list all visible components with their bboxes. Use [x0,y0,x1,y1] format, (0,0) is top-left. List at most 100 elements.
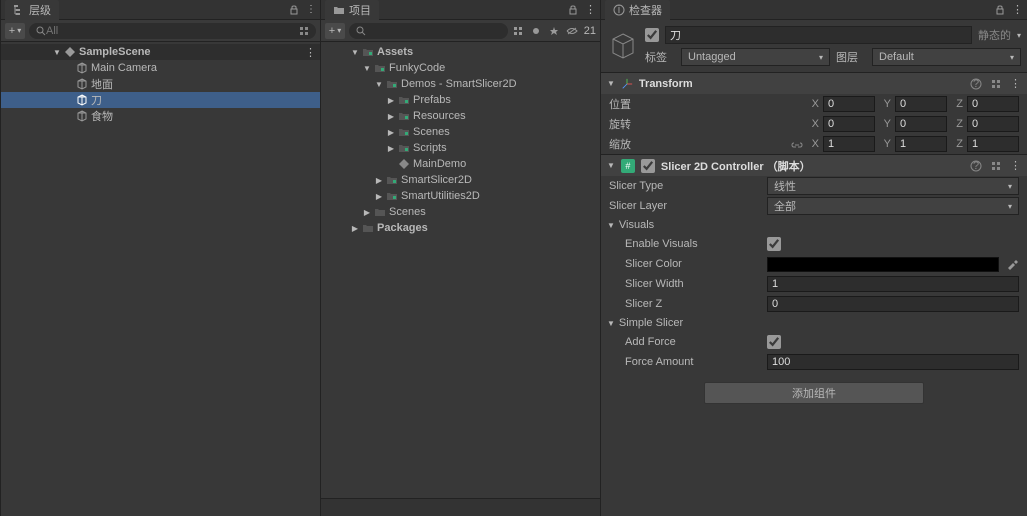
chevron-right-icon[interactable]: ▶ [385,112,397,121]
eyedropper-icon[interactable] [1005,257,1019,271]
hierarchy-tab[interactable]: 层级 [5,0,59,20]
search-input[interactable] [366,25,502,37]
rot-z-input[interactable] [967,116,1019,132]
hierarchy-item-selected[interactable]: 刀 [1,92,320,108]
chevron-right-icon[interactable]: ▶ [373,192,385,201]
chevron-down-icon[interactable]: ▼ [607,79,615,88]
inspector-tab[interactable]: i 检查器 [605,0,670,20]
filter-label-icon[interactable] [530,25,542,37]
project-item[interactable]: MainDemo [321,156,600,172]
hierarchy-item[interactable]: 地面 [1,76,320,92]
simple-slicer-foldout[interactable]: ▼ Simple Slicer [601,314,1027,332]
search-filter-icon[interactable] [299,25,310,37]
project-folder[interactable]: ▶Resources [321,108,600,124]
project-folder[interactable]: ▶Scenes [321,124,600,140]
color-swatch[interactable] [767,257,999,272]
enable-visuals-checkbox[interactable] [767,237,781,251]
chevron-down-icon[interactable]: ▼ [373,80,385,89]
project-folder[interactable]: ▶ SmartUtilities2D [321,188,600,204]
chevron-right-icon[interactable]: ▶ [373,176,385,185]
chevron-right-icon[interactable]: ▶ [385,96,397,105]
preset-icon[interactable] [990,160,1002,172]
static-dropdown-caret[interactable]: ▾ [1017,31,1021,40]
lock-icon[interactable] [288,4,300,16]
project-tab[interactable]: 项目 [325,0,379,20]
project-folder[interactable]: ▶Prefabs [321,92,600,108]
hierarchy-item[interactable]: Main Camera [1,60,320,76]
slicer-width-input[interactable] [767,276,1019,292]
slicer-z-input[interactable] [767,296,1019,312]
slicer-component-header[interactable]: ▼ # Slicer 2D Controller （脚本） ? ⋮ [601,154,1027,176]
tag-dropdown[interactable]: Untagged▾ [681,48,830,66]
kebab-icon[interactable]: ⋮ [1010,77,1021,90]
project-folder[interactable]: ▶Scripts [321,140,600,156]
chevron-down-icon[interactable]: ▼ [607,319,615,328]
gameobject-cube-icon[interactable] [607,30,639,62]
project-folder[interactable]: ▶SmartSlicer2D [321,172,600,188]
component-enabled-checkbox[interactable] [641,159,655,173]
help-icon[interactable]: ? [970,78,982,90]
folder-label: SmartUtilities2D [401,190,480,202]
visuals-foldout[interactable]: ▼ Visuals [601,216,1027,234]
kebab-icon[interactable]: ⋮ [585,3,596,16]
item-label: Main Camera [91,62,157,74]
scl-y-input[interactable] [895,136,947,152]
create-button[interactable]: +▾ [325,23,345,39]
folder-icon [397,125,411,139]
scene-row[interactable]: ▼ SampleScene ⋮ [1,44,320,60]
add-force-checkbox[interactable] [767,335,781,349]
rot-y-input[interactable] [895,116,947,132]
project-folder[interactable]: ▶Packages [321,220,600,236]
force-amount-input[interactable] [767,354,1019,370]
pos-x-input[interactable] [823,96,875,112]
chevron-down-icon[interactable]: ▼ [51,48,63,57]
kebab-icon[interactable]: ⋮ [1010,159,1021,172]
kebab-icon[interactable]: ⋮ [305,46,316,59]
favorite-icon[interactable] [548,25,560,37]
pos-z-input[interactable] [967,96,1019,112]
link-icon[interactable] [791,138,803,150]
project-folder[interactable]: ▼Assets [321,44,600,60]
hierarchy-header: 层级 ⋮ [1,0,320,20]
visibility-icon[interactable] [566,25,578,37]
transform-component-header[interactable]: ▼ Transform ? ⋮ [601,72,1027,94]
layer-dropdown[interactable]: Default▾ [872,48,1021,66]
slicer-width-row: Slicer Width [601,274,1027,294]
add-component-button[interactable]: 添加组件 [704,382,924,404]
chevron-down-icon[interactable]: ▼ [361,64,373,73]
inspector-header: i 检查器 ⋮ [601,0,1027,20]
create-button[interactable]: +▾ [5,23,25,39]
object-name-input[interactable] [665,26,972,44]
pos-y-input[interactable] [895,96,947,112]
project-folder[interactable]: ▶Scenes [321,204,600,220]
hierarchy-item[interactable]: 食物 [1,108,320,124]
slicer-type-dropdown[interactable]: 线性▾ [767,177,1019,195]
project-folder[interactable]: ▼FunkyCode [321,60,600,76]
item-label: 地面 [91,76,113,92]
search-input[interactable] [46,25,299,37]
chevron-right-icon[interactable]: ▶ [361,208,373,217]
hierarchy-search[interactable] [29,23,316,39]
project-folder[interactable]: ▼Demos - SmartSlicer2D [321,76,600,92]
help-icon[interactable]: ? [970,160,982,172]
chevron-right-icon[interactable]: ▶ [385,144,397,153]
scl-z-input[interactable] [967,136,1019,152]
project-search[interactable] [349,23,508,39]
kebab-icon[interactable]: ⋮ [1012,3,1023,16]
chevron-down-icon[interactable]: ▼ [349,48,361,57]
chevron-down-icon[interactable]: ▼ [607,221,615,230]
lock-icon[interactable] [567,4,579,16]
chevron-down-icon[interactable]: ▼ [607,161,615,170]
inspector-title: 检查器 [629,2,662,18]
chevron-right-icon[interactable]: ▶ [349,224,361,233]
scl-x-input[interactable] [823,136,875,152]
filter-type-icon[interactable] [512,25,524,37]
position-row: 位置 X Y Z [601,94,1027,114]
preset-icon[interactable] [990,78,1002,90]
active-checkbox[interactable] [645,28,659,42]
lock-icon[interactable] [994,4,1006,16]
slicer-layer-dropdown[interactable]: 全部▾ [767,197,1019,215]
kebab-icon[interactable]: ⋮ [306,4,316,15]
rot-x-input[interactable] [823,116,875,132]
chevron-right-icon[interactable]: ▶ [385,128,397,137]
